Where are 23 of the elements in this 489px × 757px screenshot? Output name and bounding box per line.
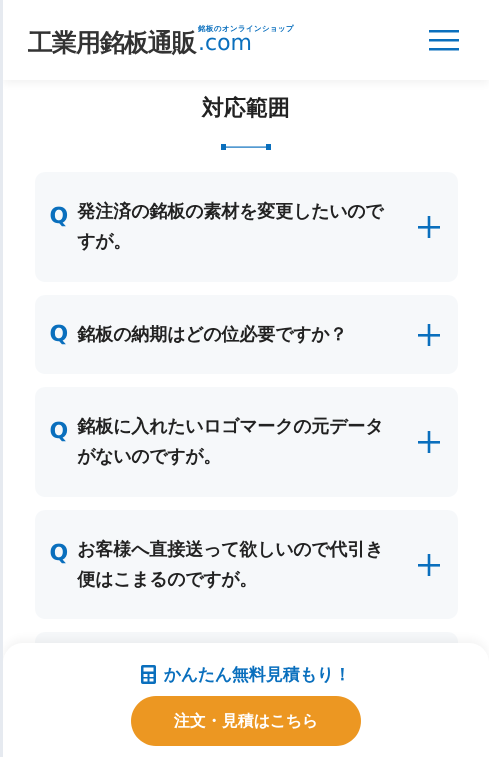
- question-text: 銘板に入れたいロゴマークの元データがないのですが。: [78, 415, 384, 470]
- plus-icon[interactable]: [418, 554, 440, 576]
- faq-item[interactable]: Q お客様へ直接送って欲しいので代引き便はこまるのですが。: [34, 510, 458, 620]
- question-text: 銘板の納期はどの位必要ですか？: [78, 322, 348, 347]
- question-mark: Q: [50, 204, 70, 229]
- faq-item[interactable]: Q 銘板に入れたいロゴマークの元データがないのですが。: [34, 387, 458, 497]
- plus-icon[interactable]: [418, 324, 440, 346]
- title-underline-icon: [221, 144, 271, 150]
- calculator-icon: [141, 665, 156, 684]
- question-mark: Q: [50, 418, 70, 444]
- plus-icon[interactable]: [418, 216, 440, 238]
- question-text: 発注済の銘板の素材を変更したいのですが。: [78, 200, 386, 254]
- question-mark: Q: [50, 322, 70, 348]
- section-title: 対応範囲: [202, 96, 290, 122]
- question-text: お客様へ直接送って欲しいので代引き便はこまるのですが。: [78, 538, 384, 592]
- plus-icon[interactable]: [418, 431, 440, 454]
- logo-domain[interactable]: .com: [198, 32, 294, 55]
- faq-item[interactable]: Q 銘板の納期はどの位必要ですか？: [34, 294, 458, 374]
- logo-text[interactable]: 工業用銘板通販: [28, 30, 196, 55]
- menu-icon[interactable]: [429, 30, 459, 50]
- faq-item[interactable]: Q 発注済の銘板の素材を変更したいのですが。: [34, 172, 458, 282]
- estimate-link[interactable]: かんたん無料見積もり！: [141, 663, 351, 686]
- question-mark: Q: [50, 541, 70, 566]
